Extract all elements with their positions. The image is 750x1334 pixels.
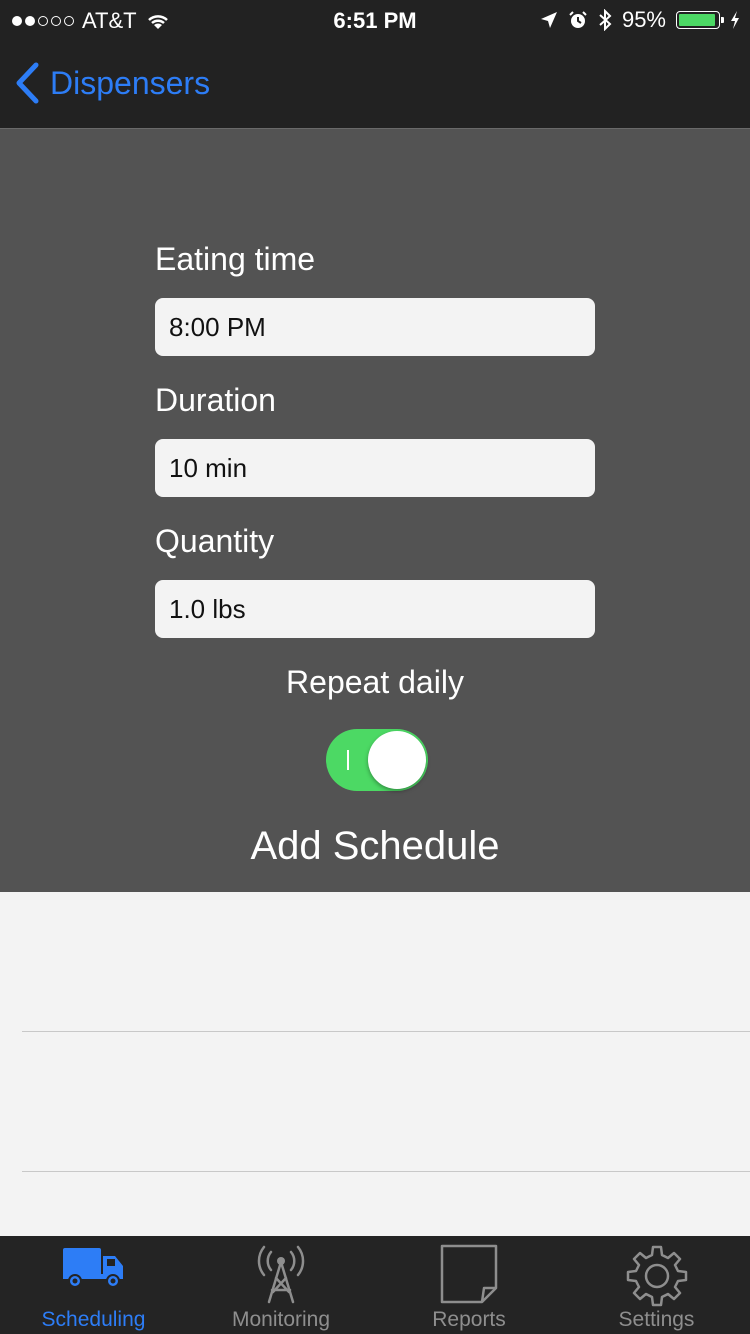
tab-label: Settings xyxy=(618,1308,695,1331)
gear-icon xyxy=(626,1245,687,1307)
tab-monitoring[interactable]: Monitoring xyxy=(187,1236,375,1334)
schedule-list xyxy=(0,892,750,1236)
eating-time-field[interactable]: 8:00 PM xyxy=(155,298,595,356)
duration-label: Duration xyxy=(155,382,276,418)
quantity-field[interactable]: 1.0 lbs xyxy=(155,580,595,638)
toggle-on-mark xyxy=(347,750,349,770)
charging-bolt-icon xyxy=(731,11,739,29)
alarm-icon xyxy=(569,11,587,28)
repeat-daily-label: Repeat daily xyxy=(286,664,464,700)
list-separator xyxy=(22,1171,750,1172)
schedule-form: Eating time 8:00 PM Duration 10 min Quan… xyxy=(0,129,750,892)
truck-icon xyxy=(62,1248,123,1288)
back-button[interactable]: Dispensers xyxy=(14,62,210,104)
tab-bar: Scheduling Monitoring Reports Settings xyxy=(0,1236,750,1334)
tab-settings[interactable]: Settings xyxy=(563,1236,750,1334)
tab-label: Monitoring xyxy=(231,1308,331,1331)
quantity-label: Quantity xyxy=(155,523,275,559)
chevron-left-icon xyxy=(16,62,39,104)
document-icon xyxy=(440,1244,498,1304)
antenna-icon xyxy=(257,1245,305,1304)
location-arrow-icon xyxy=(540,12,557,28)
tab-label: Scheduling xyxy=(41,1308,146,1331)
status-bar: AT&T 6:51 PM 95% xyxy=(0,0,750,40)
tab-reports[interactable]: Reports xyxy=(375,1236,563,1334)
bluetooth-icon xyxy=(599,9,612,31)
battery-percent: 95% xyxy=(621,7,666,32)
battery-fill xyxy=(679,14,716,26)
duration-field[interactable]: 10 min xyxy=(155,439,595,497)
add-schedule-button[interactable]: Add Schedule xyxy=(0,824,750,869)
status-right: 95% xyxy=(540,7,740,33)
navigation-bar: Dispensers xyxy=(0,40,750,129)
back-button-label: Dispensers xyxy=(50,64,211,101)
list-separator xyxy=(22,1031,750,1032)
battery-icon xyxy=(676,11,724,29)
eating-time-label: Eating time xyxy=(155,241,316,277)
tab-scheduling[interactable]: Scheduling xyxy=(0,1236,187,1334)
tab-label: Reports xyxy=(432,1308,506,1331)
toggle-knob xyxy=(368,731,426,789)
repeat-daily-toggle[interactable] xyxy=(326,729,428,791)
